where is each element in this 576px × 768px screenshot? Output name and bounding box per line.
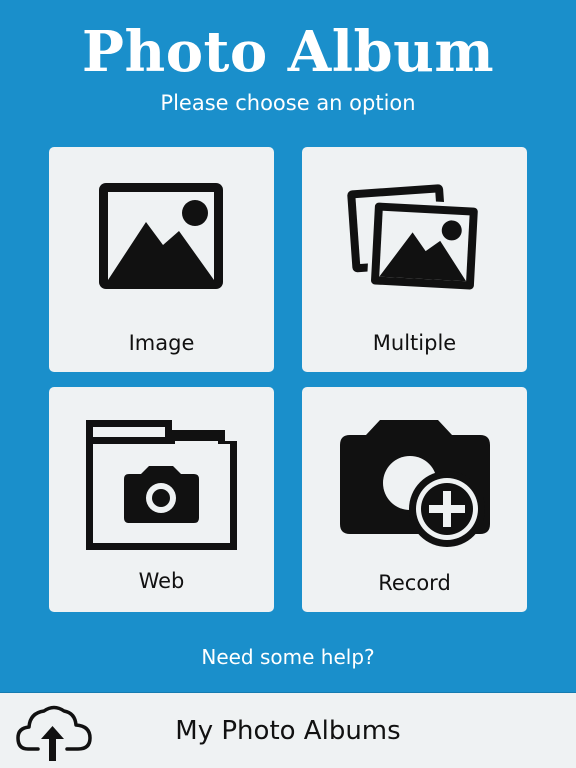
page-subtitle: Please choose an option [160,91,416,115]
my-photo-albums-label[interactable]: My Photo Albums [0,715,576,747]
help-link[interactable]: Need some help? [0,643,576,671]
web-option-button[interactable]: Web [49,387,274,612]
image-option-label: Image [128,331,195,355]
camera-add-icon [302,387,527,557]
record-option-button[interactable]: Record [302,387,527,612]
record-option-label: Record [378,571,451,595]
multiple-option-button[interactable]: Multiple [302,147,527,372]
bottom-bar: My Photo Albums [0,692,576,768]
image-option-button[interactable]: Image [49,147,274,372]
multiple-option-label: Multiple [372,331,457,355]
web-option-label: Web [138,569,185,593]
image-icon [49,147,274,317]
app-title: Photo Album [81,19,495,85]
folder-camera-icon [49,387,274,557]
multiple-images-icon [302,147,527,317]
